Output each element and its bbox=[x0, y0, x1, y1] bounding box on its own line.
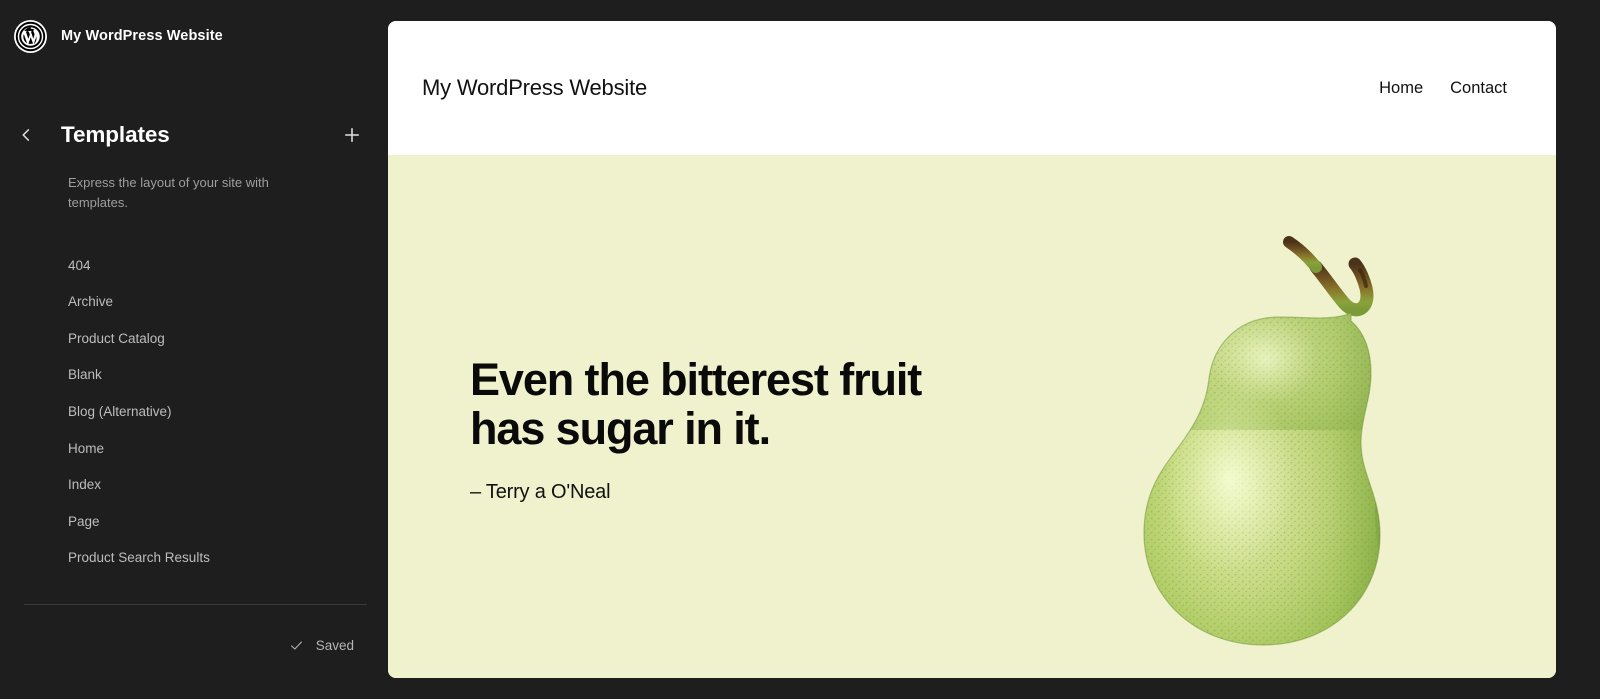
site-title[interactable]: My WordPress Website bbox=[422, 75, 647, 101]
nav-link-home[interactable]: Home bbox=[1379, 79, 1423, 98]
editor-canvas-area: My WordPress Website Home Contact Even t… bbox=[388, 0, 1600, 699]
list-item[interactable]: Product Catalog bbox=[0, 320, 388, 357]
back-button[interactable] bbox=[8, 117, 44, 153]
template-list: 404 Archive Product Catalog Blank Blog (… bbox=[0, 247, 388, 576]
site-editor-app: My WordPress Website Templates Express t… bbox=[0, 0, 1600, 699]
templates-panel-header: Templates bbox=[0, 111, 388, 159]
save-status-badge[interactable]: Saved bbox=[288, 637, 354, 654]
hero-quote[interactable]: Even the bitterest fruit has sugar in it… bbox=[470, 355, 940, 453]
list-item[interactable]: Home bbox=[0, 430, 388, 467]
check-icon bbox=[290, 641, 302, 650]
site-header: My WordPress Website Home Contact bbox=[388, 21, 1556, 155]
site-hub-button[interactable]: My WordPress Website bbox=[0, 0, 388, 56]
plus-icon bbox=[344, 127, 360, 143]
nav-link-contact[interactable]: Contact bbox=[1450, 79, 1507, 98]
wordpress-logo-icon bbox=[14, 19, 47, 53]
page-title: Templates bbox=[61, 122, 170, 147]
editor-sidebar: My WordPress Website Templates Express t… bbox=[0, 0, 388, 699]
list-item[interactable]: Index bbox=[0, 467, 388, 504]
list-item[interactable]: Page bbox=[0, 503, 388, 540]
hero-citation[interactable]: – Terry a O'Neal bbox=[470, 481, 940, 504]
save-status-label: Saved bbox=[315, 638, 354, 653]
pear-illustration bbox=[1108, 230, 1438, 678]
chevron-left-icon bbox=[22, 129, 30, 141]
template-preview-canvas[interactable]: My WordPress Website Home Contact Even t… bbox=[388, 21, 1556, 678]
panel-description: Express the layout of your site with tem… bbox=[68, 175, 269, 211]
list-item[interactable]: Blog (Alternative) bbox=[0, 393, 388, 430]
hero-section[interactable]: Even the bitterest fruit has sugar in it… bbox=[388, 155, 1556, 678]
list-item[interactable]: Archive bbox=[0, 284, 388, 321]
list-item[interactable]: 404 bbox=[0, 247, 388, 284]
site-hub-title: My WordPress Website bbox=[61, 28, 223, 44]
add-template-button[interactable] bbox=[334, 117, 370, 153]
list-item[interactable]: Product Search Results bbox=[0, 540, 388, 577]
hero-text-block: Even the bitterest fruit has sugar in it… bbox=[470, 355, 940, 504]
list-item[interactable]: Blank bbox=[0, 357, 388, 394]
sidebar-divider bbox=[24, 604, 367, 605]
site-navigation: Home Contact bbox=[1379, 79, 1507, 98]
